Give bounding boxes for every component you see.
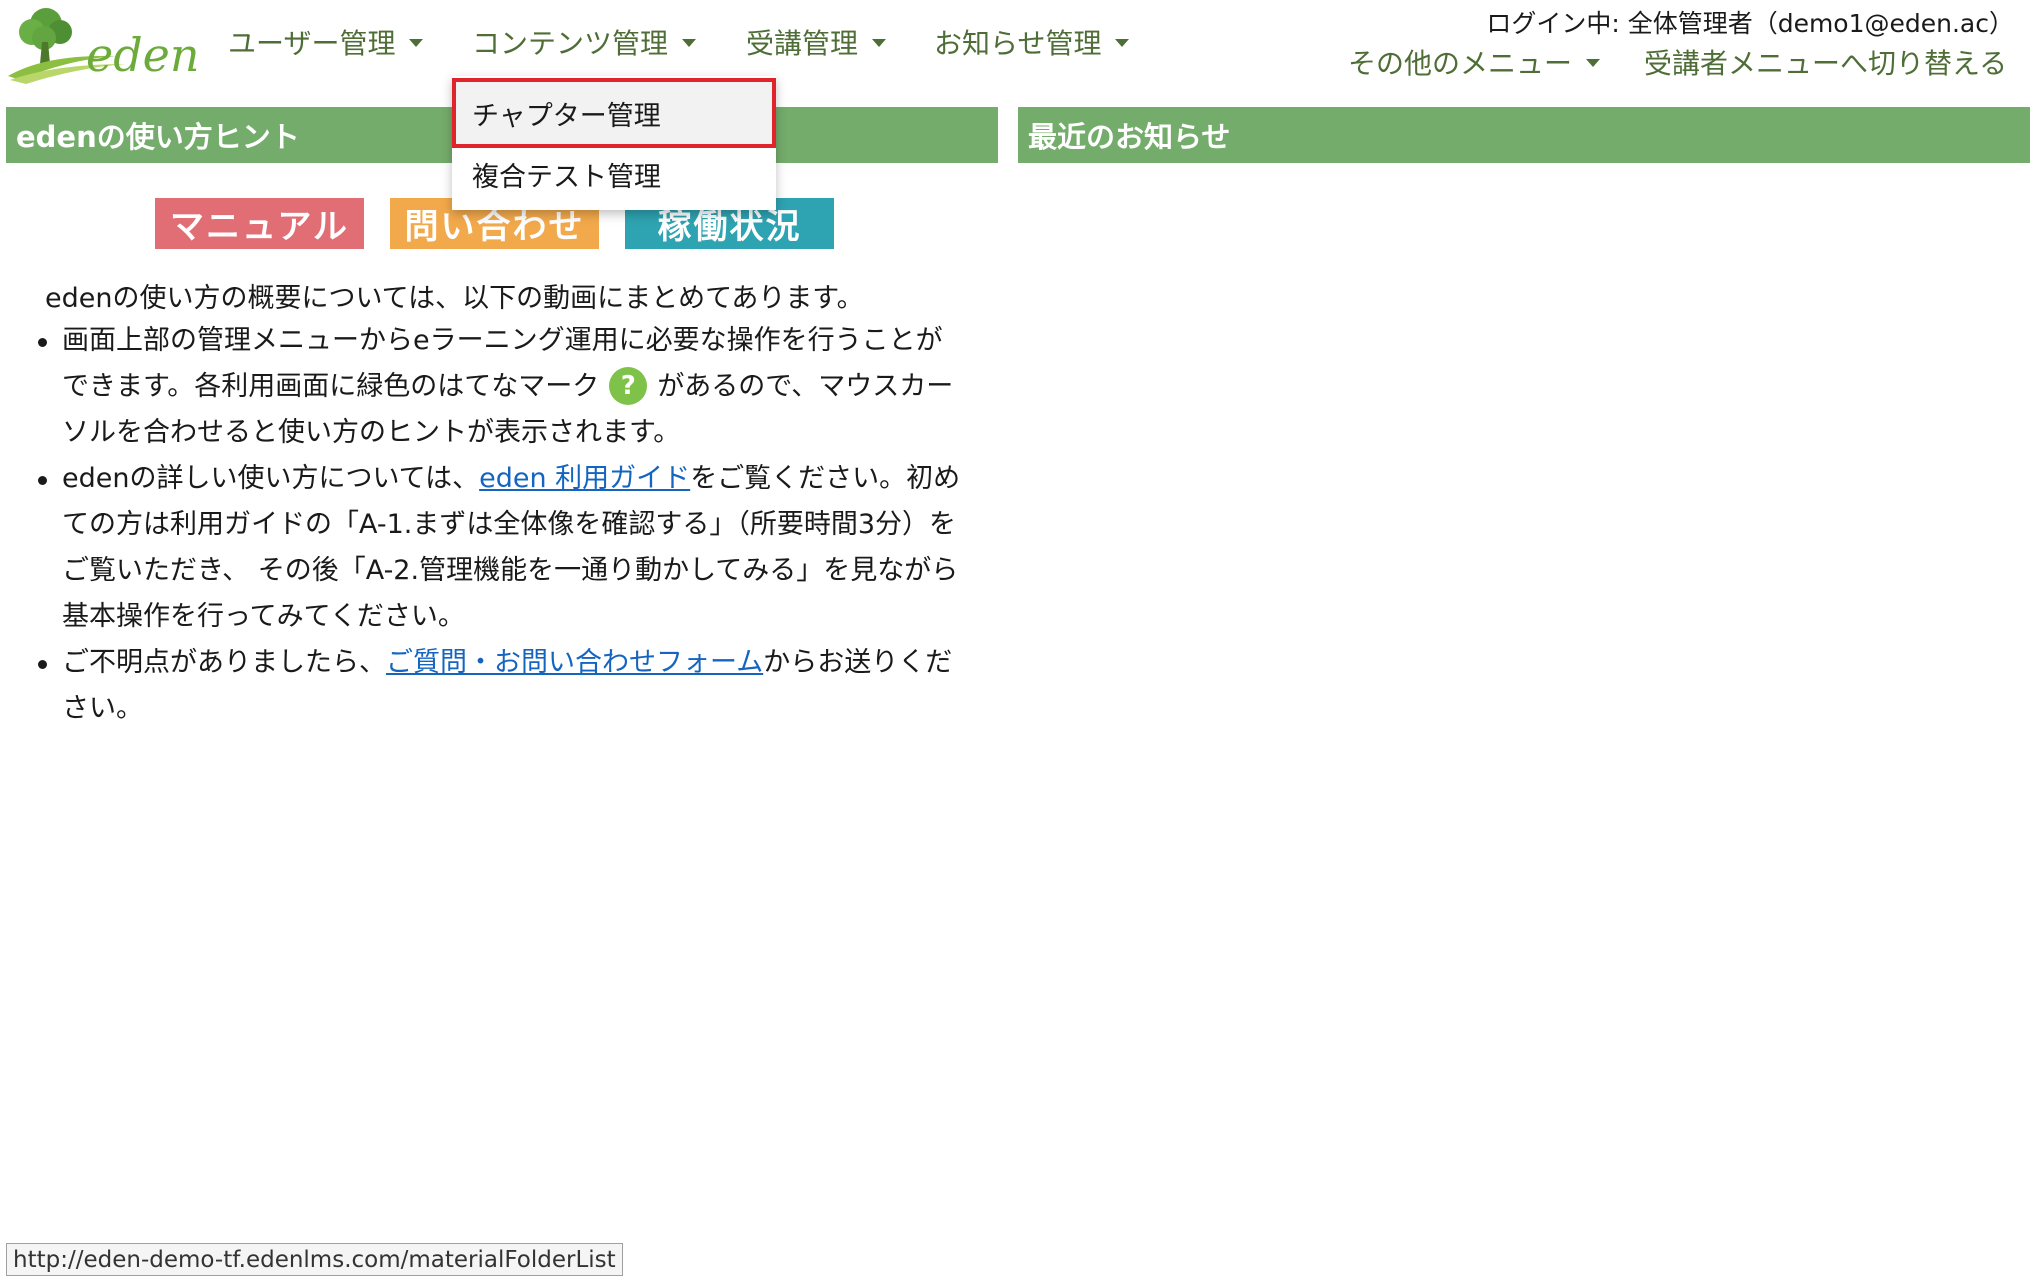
hint-2-before-link: edenの詳しい使い方については、 — [62, 463, 480, 494]
hint-2-line-4: 基本操作を行ってみてください。 — [62, 601, 465, 632]
switch-label: 受講者メニューへ切り替える — [1644, 47, 2008, 80]
hint-1-line-1: 画面上部の管理メニューからeラーニング運用に必要な操作を行うことが — [62, 325, 943, 356]
nav-content-management[interactable]: コンテンツ管理 — [472, 22, 697, 62]
nav-notice-management[interactable]: お知らせ管理 — [934, 22, 1130, 62]
nav-label: ユーザー管理 — [228, 27, 396, 60]
content-management-dropdown: チャプター管理 複合テスト管理 — [452, 76, 776, 210]
caret-down-icon — [872, 39, 887, 47]
nav-label: コンテンツ管理 — [472, 27, 669, 60]
hint-1-line-3: ソルを合わせると使い方のヒントが表示されます。 — [62, 417, 681, 448]
hint-list: 画面上部の管理メニューからeラーニング運用に必要な操作を行うことが できます。各… — [32, 318, 1032, 732]
hint-3-line-2: さい。 — [62, 693, 143, 724]
manual-button[interactable]: マニュアル — [155, 198, 364, 249]
hint-1-line-2b: があるので、マウスカー — [657, 371, 954, 402]
list-item: ご不明点がありましたら、ご質問・お問い合わせフォームからお送りくだ さい。 — [38, 640, 1032, 732]
help-question-icon: ? — [609, 366, 648, 405]
hint-3-before-link: ご不明点がありましたら、 — [62, 647, 386, 678]
hint-1-line-2a: できます。各利用画面に緑色のはてなマーク — [62, 371, 600, 402]
intro-text: edenの使い方の概要については、以下の動画にまとめてあります。 — [45, 283, 864, 314]
user-guide-link[interactable]: eden 利用ガイド — [479, 463, 690, 494]
nav-user-management[interactable]: ユーザー管理 — [228, 22, 424, 62]
recent-notices-title: 最近のお知らせ — [1018, 107, 2030, 163]
caret-down-icon — [1115, 39, 1130, 47]
logo-text: eden — [86, 28, 200, 82]
switch-to-student-link[interactable]: 受講者メニューへ切り替える — [1644, 42, 2007, 82]
nav-label: お知らせ管理 — [934, 27, 1102, 60]
login-status: ログイン中: 全体管理者（demo1@eden.ac） — [1486, 9, 2014, 38]
inquiry-form-link[interactable]: ご質問・お問い合わせフォーム — [386, 647, 763, 678]
other-menu-label: その他のメニュー — [1348, 47, 1573, 80]
menu-item-composite-test-management[interactable]: 複合テスト管理 — [452, 144, 776, 204]
link-status-bar: http://eden-demo-tf.edenlms.com/material… — [6, 1243, 623, 1276]
hint-2-after-link: をご覧ください。初め — [690, 463, 961, 494]
list-item: edenの詳しい使い方については、eden 利用ガイドをご覧ください。初め ての… — [38, 456, 1032, 640]
caret-down-icon — [682, 39, 697, 47]
nav-label: 受講管理 — [746, 27, 859, 60]
hint-2-line-3: ご覧いただき、 その後「A-2.管理機能を一通り動かしてみる」を見ながら — [62, 555, 959, 586]
hint-3-after-link: からお送りくだ — [763, 647, 953, 678]
caret-down-icon — [1586, 59, 1601, 67]
other-menu-dropdown[interactable]: その他のメニュー — [1348, 42, 1601, 82]
caret-down-icon — [409, 39, 424, 47]
page: eden ユーザー管理 コンテンツ管理 受講管理 お知らせ管理 ログイン中: 全… — [0, 0, 2034, 1280]
menu-item-chapter-management[interactable]: チャプター管理 — [452, 83, 776, 143]
eden-logo[interactable]: eden — [6, 2, 200, 84]
list-item: 画面上部の管理メニューからeラーニング運用に必要な操作を行うことが できます。各… — [38, 318, 1032, 456]
hint-2-line-2: ての方は利用ガイドの「A-1.まずは全体像を確認する」（所要時間3分）を — [62, 509, 957, 540]
nav-course-management[interactable]: 受講管理 — [746, 22, 887, 62]
